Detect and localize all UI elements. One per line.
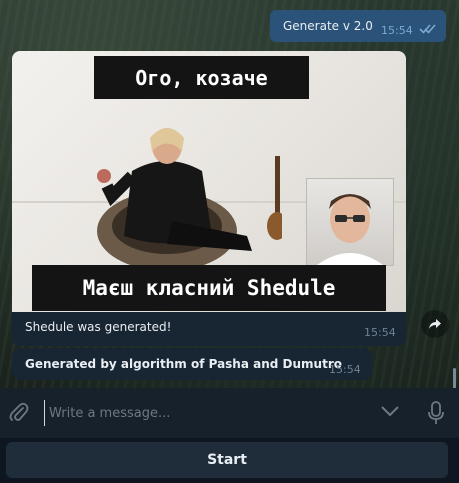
meme-bottom-caption: Маєш класний Shedule <box>32 265 386 311</box>
bot-keyboard: Start <box>0 438 459 483</box>
share-arrow-icon <box>429 319 441 329</box>
chevron-down-icon[interactable] <box>380 404 400 418</box>
double-check-icon <box>419 24 436 34</box>
paperclip-icon[interactable] <box>9 402 29 424</box>
outgoing-message-text: Generate v 2.0 <box>283 19 373 33</box>
outgoing-message[interactable]: Generate v 2.0 15:54 <box>270 10 446 42</box>
meme-top-caption: Ого, козаче <box>94 56 309 99</box>
start-button[interactable]: Start <box>6 442 448 478</box>
message-input[interactable] <box>44 400 371 426</box>
seated-man-figure <box>97 128 282 271</box>
incoming-text-message[interactable]: Generated by algorithm of Pasha and Dumu… <box>12 348 372 380</box>
image-message-time: 15:54 <box>364 326 396 339</box>
outgoing-message-time: 15:54 <box>381 24 413 37</box>
share-button[interactable] <box>421 310 449 338</box>
inset-portrait <box>306 178 394 266</box>
incoming-message-text: Generated by algorithm of Pasha and Dumu… <box>25 357 342 371</box>
image-caption-bubble: Shedule was generated! 15:54 <box>12 312 406 346</box>
message-composer <box>0 388 459 438</box>
microphone-icon[interactable] <box>428 401 444 425</box>
image-caption-text: Shedule was generated! <box>25 320 172 334</box>
meme-image[interactable]: Ого, козаче Маєш класний Shedule <box>12 51 406 312</box>
portrait-figure <box>317 194 383 265</box>
incoming-message-time: 15:54 <box>329 363 361 376</box>
chat-scrollbar[interactable] <box>453 368 456 390</box>
